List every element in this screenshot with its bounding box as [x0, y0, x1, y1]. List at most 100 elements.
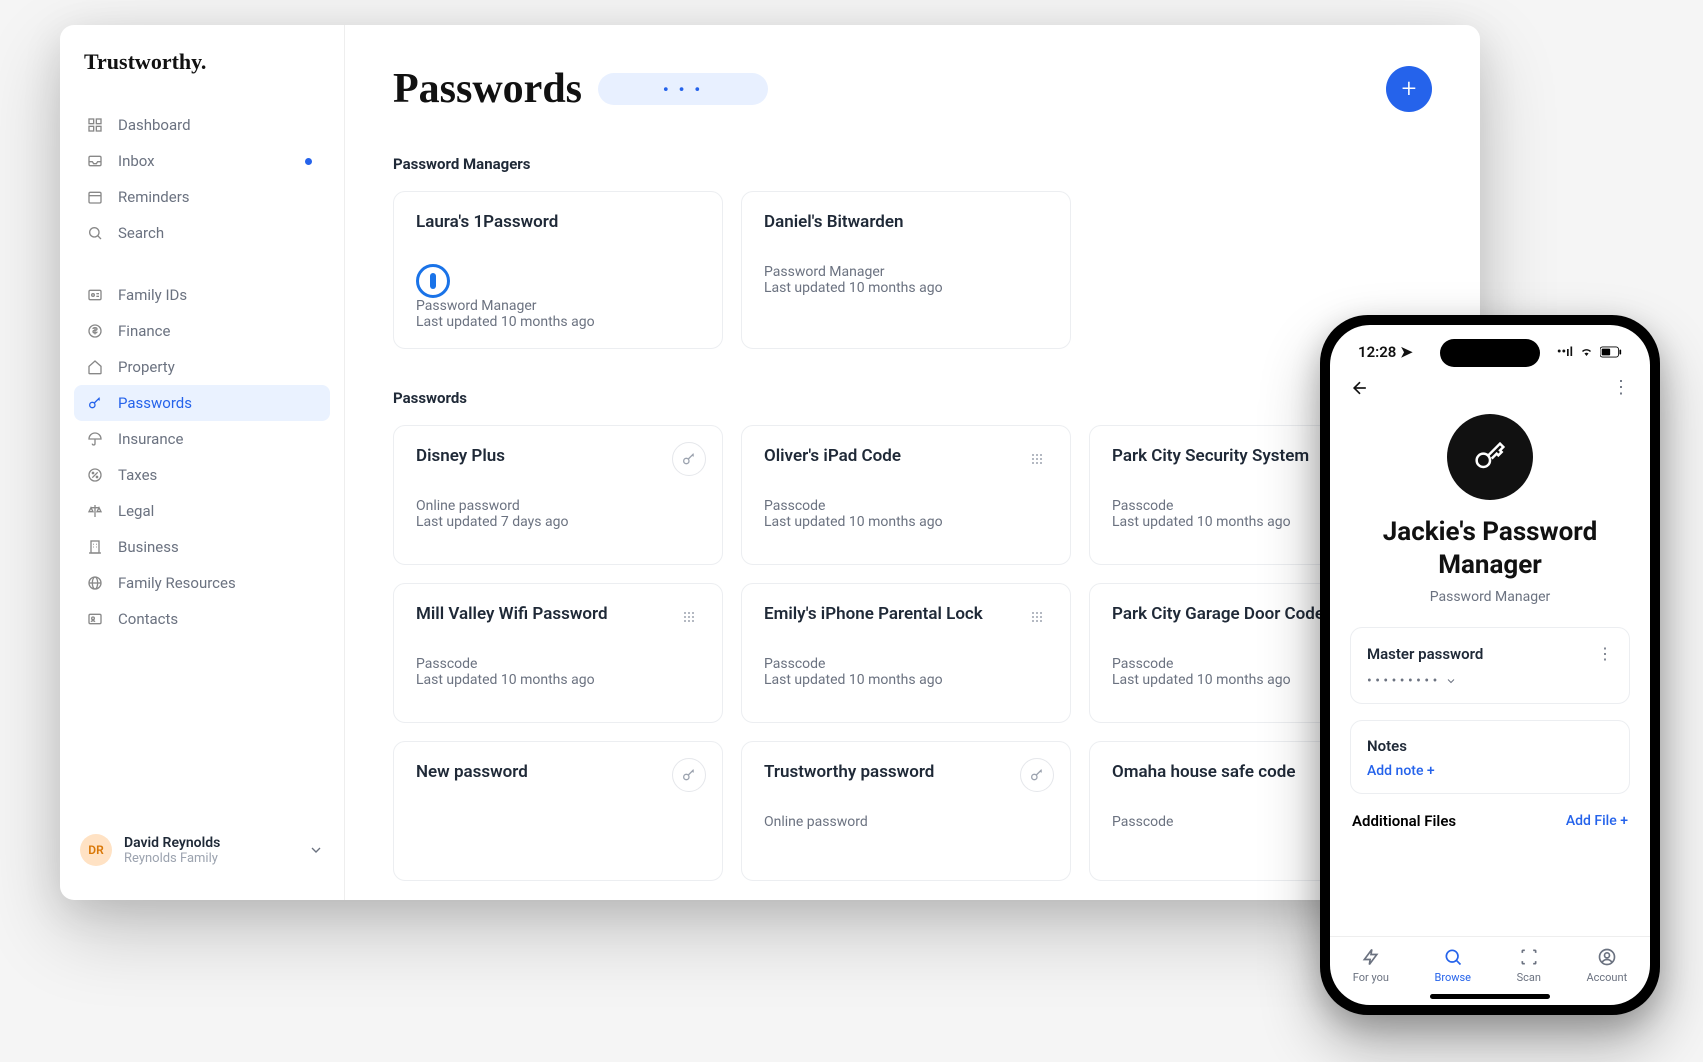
- nav-label: Search: [118, 224, 164, 242]
- page-overflow-button[interactable]: • • •: [598, 73, 768, 105]
- card-updated: Last updated 10 months ago: [764, 672, 1048, 688]
- search-icon: [86, 224, 104, 242]
- card-title: Oliver's iPad Code: [764, 446, 1048, 466]
- chevron-down-icon: [308, 842, 324, 858]
- dollar-icon: [86, 322, 104, 340]
- back-button[interactable]: [1350, 378, 1370, 398]
- nav-item-taxes[interactable]: Taxes: [74, 457, 330, 493]
- page-title: Passwords: [393, 65, 582, 113]
- nav-item-family-ids[interactable]: Family IDs: [74, 277, 330, 313]
- card-title: Disney Plus: [416, 446, 700, 466]
- home-icon: [86, 358, 104, 376]
- card-updated: Last updated 10 months ago: [764, 280, 1048, 296]
- scale-icon: [86, 502, 104, 520]
- wifi-icon: [1579, 346, 1594, 358]
- notes-label: Notes: [1367, 737, 1613, 755]
- nav-label: Property: [118, 358, 175, 376]
- card-type: Passcode: [764, 656, 1048, 672]
- card-title: Mill Valley Wifi Password: [416, 604, 700, 624]
- card-title: Trustworthy password: [764, 762, 1048, 782]
- nav-label: Contacts: [118, 610, 178, 628]
- tab-label: Browse: [1434, 971, 1471, 984]
- tab-scan[interactable]: Scan: [1517, 947, 1541, 984]
- nav-item-inbox[interactable]: Inbox: [74, 143, 330, 179]
- app-window: Trustworthy. Dashboard Inbox Reminders Sear…: [60, 25, 1480, 900]
- detail-title: Jackie's Password Manager: [1350, 516, 1630, 581]
- password-card[interactable]: New password: [393, 741, 723, 881]
- section-title-managers: Password Managers: [393, 155, 1432, 173]
- card-type: Online password: [764, 814, 1048, 830]
- brand-logo: Trustworthy.: [60, 45, 344, 103]
- nav-label: Dashboard: [118, 116, 191, 134]
- master-password-label: Master password: [1367, 645, 1483, 663]
- tab-icon: [1361, 947, 1381, 967]
- id-icon: [86, 286, 104, 304]
- nav-secondary: Family IDs Finance Property PasswordsInsura…: [60, 273, 344, 641]
- tab-icon: [1443, 947, 1463, 967]
- tab-browse[interactable]: Browse: [1434, 947, 1471, 984]
- password-card[interactable]: Disney Plus Online password Last updated…: [393, 425, 723, 565]
- nav-primary: Dashboard Inbox Reminders Search: [60, 103, 344, 255]
- phone-notch: [1440, 339, 1540, 367]
- password-card[interactable]: Laura's 1Password Password Manager Last …: [393, 191, 723, 349]
- passwords-grid: Disney Plus Online password Last updated…: [393, 425, 1432, 881]
- phone-tabbar: For you Browse Scan Account: [1330, 936, 1650, 990]
- nav-item-insurance[interactable]: Insurance: [74, 421, 330, 457]
- tab-for-you[interactable]: For you: [1353, 947, 1389, 984]
- phone-more-icon[interactable]: ⋮: [1612, 377, 1630, 398]
- tab-account[interactable]: Account: [1586, 947, 1627, 984]
- phone-status-icons: ••ıl: [1557, 345, 1622, 360]
- nav-item-property[interactable]: Property: [74, 349, 330, 385]
- onepassword-icon: [416, 264, 450, 298]
- add-note-link[interactable]: Add note +: [1367, 763, 1613, 779]
- managers-grid: Laura's 1Password Password Manager Last …: [393, 191, 1432, 349]
- key-icon: [1020, 758, 1054, 792]
- nav-item-family-resources[interactable]: Family Resources: [74, 565, 330, 601]
- card-updated: Last updated 10 months ago: [764, 514, 1048, 530]
- notes-card[interactable]: Notes Add note +: [1350, 720, 1630, 794]
- sidebar: Trustworthy. Dashboard Inbox Reminders Sear…: [60, 25, 345, 900]
- password-card[interactable]: Oliver's iPad Code Passcode Last updated…: [741, 425, 1071, 565]
- nav-item-passwords[interactable]: Passwords: [74, 385, 330, 421]
- unread-dot: [305, 158, 312, 165]
- building-icon: [86, 538, 104, 556]
- key-icon: [672, 758, 706, 792]
- card-type: Passcode: [764, 498, 1048, 514]
- tab-icon: [1519, 947, 1539, 967]
- card-updated: Last updated 10 months ago: [416, 672, 700, 688]
- master-password-value[interactable]: • • • • • • • • •: [1367, 673, 1613, 689]
- card-title: Laura's 1Password: [416, 212, 700, 232]
- nav-item-contacts[interactable]: Contacts: [74, 601, 330, 637]
- nav-label: Business: [118, 538, 179, 556]
- nav-item-reminders[interactable]: Reminders: [74, 179, 330, 215]
- percent-icon: [86, 466, 104, 484]
- signal-icon: ••ıl: [1557, 345, 1573, 360]
- password-card[interactable]: Emily's iPhone Parental Lock Passcode La…: [741, 583, 1071, 723]
- password-card[interactable]: Trustworthy password Online password: [741, 741, 1071, 881]
- key-icon: [672, 442, 706, 476]
- grid-icon: [672, 600, 706, 634]
- tab-label: Account: [1586, 971, 1627, 984]
- password-card[interactable]: Daniel's Bitwarden Password Manager Last…: [741, 191, 1071, 349]
- nav-label: Reminders: [118, 188, 190, 206]
- user-name: David Reynolds: [124, 835, 220, 851]
- nav-item-dashboard[interactable]: Dashboard: [74, 107, 330, 143]
- add-file-link[interactable]: Add File +: [1566, 813, 1628, 829]
- grid-icon: [1020, 600, 1054, 634]
- phone-mockup: 12:28 ➤ ••ıl ⋮ Jackie's Password Manager: [1320, 315, 1660, 1015]
- master-password-card[interactable]: Master password ⋮ • • • • • • • • •: [1350, 627, 1630, 704]
- account-switcher[interactable]: DR David Reynolds Reynolds Family: [60, 820, 344, 880]
- card-more-icon[interactable]: ⋮: [1597, 644, 1613, 663]
- key-icon: [86, 394, 104, 412]
- nav-item-search[interactable]: Search: [74, 215, 330, 251]
- add-button[interactable]: +: [1386, 66, 1432, 112]
- nav-item-legal[interactable]: Legal: [74, 493, 330, 529]
- nav-label: Family Resources: [118, 574, 236, 592]
- nav-item-finance[interactable]: Finance: [74, 313, 330, 349]
- nav-label: Legal: [118, 502, 154, 520]
- nav-label: Family IDs: [118, 286, 187, 304]
- card-title: New password: [416, 762, 700, 782]
- nav-item-business[interactable]: Business: [74, 529, 330, 565]
- password-card[interactable]: Mill Valley Wifi Password Passcode Last …: [393, 583, 723, 723]
- card-type: Passcode: [416, 656, 700, 672]
